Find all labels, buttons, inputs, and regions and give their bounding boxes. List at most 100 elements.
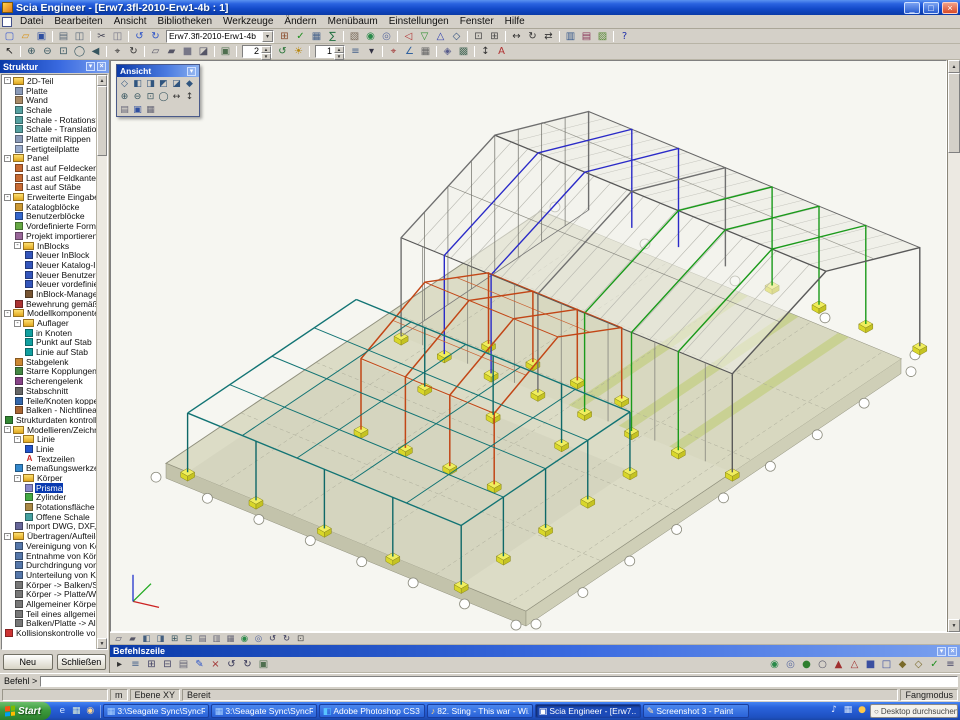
tree-item[interactable]: Linie (2, 444, 96, 454)
mirror-entity-icon[interactable]: ⇄ (541, 30, 556, 43)
scroll-thumb[interactable] (948, 73, 960, 153)
light-settings-icon[interactable]: ☀ (291, 45, 306, 58)
snap-grid-point-icon[interactable]: ■ (863, 658, 878, 671)
menu-item[interactable]: Menübaum (323, 16, 383, 27)
solid-mode-icon[interactable]: ■ (180, 45, 195, 58)
viewport-scrollbar[interactable]: ▲ ▼ (947, 60, 960, 632)
taskbar-task[interactable]: ▣Scia Engineer - [Erw7... (535, 704, 641, 718)
tree-scrollbar[interactable]: ▲ ▼ (96, 75, 107, 649)
cut-icon[interactable]: ✂ (94, 30, 109, 43)
cmd-expand-icon[interactable]: ⊞ (144, 658, 159, 671)
tree-item[interactable]: Linie auf Stab (2, 347, 96, 357)
snap-grid-icon[interactable]: ▦ (418, 45, 433, 58)
tree-item[interactable]: Neuer vordefinierter InBlock (2, 279, 96, 289)
menu-item[interactable]: Ansicht (109, 16, 152, 27)
tree-item[interactable]: Last auf Feldecken (2, 163, 96, 173)
activity-icon[interactable]: ◉ (363, 30, 378, 43)
cmd-undo-icon[interactable]: ↺ (224, 658, 239, 671)
strip-front-view-icon[interactable]: ◧ (140, 633, 153, 644)
scroll-down-icon[interactable]: ▼ (948, 619, 960, 632)
pal-zoom-in-icon[interactable]: ⊕ (118, 91, 131, 103)
quicklaunch-player-icon[interactable]: ◉ (84, 705, 97, 718)
orbit-view-icon[interactable]: ↻ (126, 45, 141, 58)
taskbar-task[interactable]: ▦3:\Seagate Sync\SyncRe... (103, 704, 209, 718)
command-input[interactable] (40, 676, 958, 687)
pal-print-view-icon[interactable]: ▤ (118, 104, 131, 116)
layers-icon[interactable]: ▧ (347, 30, 362, 43)
spinner-up-icon[interactable]: ▲ (334, 46, 344, 53)
tree-item[interactable]: Schale (2, 105, 96, 115)
scroll-thumb[interactable] (97, 86, 107, 156)
new-button[interactable]: Neu (3, 654, 53, 670)
wireframe-mode-icon[interactable]: ▱ (148, 45, 163, 58)
snap-free-icon[interactable]: ○ (815, 658, 830, 671)
tree-expand-icon[interactable]: - (14, 475, 21, 482)
tray-volume-icon[interactable]: ♪ (828, 705, 840, 717)
zoom-all-icon[interactable]: ⊡ (471, 30, 486, 43)
zoom-in-icon[interactable]: ⊕ (24, 45, 39, 58)
gallery-icon[interactable]: ▨ (595, 30, 610, 43)
tree-expand-icon[interactable]: - (14, 242, 21, 249)
strip-mesh-icon[interactable]: ▦ (224, 633, 237, 644)
undo-icon[interactable]: ↺ (132, 30, 147, 43)
coordinate-system-icon[interactable]: ⌖ (386, 45, 401, 58)
tree-item[interactable]: Körper -> Balken/Stütze (2, 580, 96, 590)
quicklaunch-desktop-icon[interactable]: ▦ (70, 705, 83, 718)
tree-expand-icon[interactable]: - (4, 426, 11, 433)
strip-layers-icon[interactable]: ▤ (196, 633, 209, 644)
tree-item[interactable]: Durchdringung von Körpern (2, 560, 96, 570)
pal-pan-v-icon[interactable]: ↕ (183, 91, 196, 103)
refresh-view-icon[interactable]: ↺ (275, 45, 290, 58)
tree-expand-icon[interactable]: - (4, 310, 11, 317)
cmd-edit-icon[interactable]: ✎ (192, 658, 207, 671)
palette-dropdown-icon[interactable]: ▾ (187, 67, 196, 76)
tree-item[interactable]: Offene Schale (2, 512, 96, 522)
snap-node-icon[interactable]: ● (799, 658, 814, 671)
mdi-child-icon[interactable] (2, 17, 12, 27)
working-plane-icon[interactable]: ∠ (402, 45, 417, 58)
move-entity-icon[interactable]: ↔ (509, 30, 524, 43)
scroll-up-icon[interactable]: ▲ (948, 60, 960, 73)
tree-item[interactable]: Balken - Nichtlinearität (2, 405, 96, 415)
view-z-icon[interactable]: △ (433, 30, 448, 43)
open-project-icon[interactable]: ▱ (18, 30, 33, 43)
text-tool-icon[interactable]: A (494, 45, 509, 58)
tree-item[interactable]: Bemaßungswerkzeuge (2, 464, 96, 474)
spinner-down-icon[interactable]: ▼ (334, 53, 344, 60)
command-panel-header[interactable]: Befehlszeile ▾ × (110, 645, 960, 657)
model-3d-view[interactable] (111, 61, 946, 631)
tree-expand-icon[interactable]: - (4, 194, 11, 201)
tree-item[interactable]: Benutzerblöcke (2, 212, 96, 222)
close-button-panel[interactable]: Schließen (57, 654, 107, 670)
tree-item[interactable]: -Panel (2, 154, 96, 164)
zoom-extents-icon[interactable]: ◯ (72, 45, 87, 58)
snap-ortho-icon[interactable]: □ (879, 658, 894, 671)
cmd-redo-icon[interactable]: ↻ (240, 658, 255, 671)
results-icon[interactable]: ∑ (325, 30, 340, 43)
named-views-icon[interactable]: ▾ (364, 45, 379, 58)
pal-save-view-icon[interactable]: ▣ (131, 104, 144, 116)
view-x-icon[interactable]: ◁ (401, 30, 416, 43)
pal-view-top-icon[interactable]: ◩ (157, 78, 170, 90)
pal-zoom-out-icon[interactable]: ⊖ (131, 91, 144, 103)
clipping-box-icon[interactable]: ▣ (218, 45, 233, 58)
mesh-generation-icon[interactable]: ▦ (309, 30, 324, 43)
panel-pin-icon[interactable]: ▾ (937, 647, 946, 656)
tree-item[interactable]: -Modellieren/Zeichnen (2, 425, 96, 435)
view-y-icon[interactable]: ▽ (417, 30, 432, 43)
minimize-button[interactable]: _ (904, 2, 920, 14)
tree-item[interactable]: Neuer Katalog-InBlock (2, 260, 96, 270)
hidden-line-mode-icon[interactable]: ◪ (196, 45, 211, 58)
section-display-icon[interactable]: ≡ (348, 45, 363, 58)
strip-view-params-icon[interactable]: ◎ (252, 633, 265, 644)
cmd-delete-icon[interactable]: × (208, 658, 223, 671)
tree-item[interactable]: Allgemeiner Körper intern (2, 599, 96, 609)
save-project-icon[interactable]: ▣ (34, 30, 49, 43)
tree-item[interactable]: -Modellkomponenten (2, 309, 96, 319)
print-preview-icon[interactable]: ◫ (72, 30, 87, 43)
tree-item[interactable]: InBlock-Manager (2, 289, 96, 299)
tree-item[interactable]: Neuer Benutzer-InBlock (2, 270, 96, 280)
tree-item[interactable]: ATextzeilen (2, 454, 96, 464)
snap-edge-icon[interactable]: △ (847, 658, 862, 671)
menu-item[interactable]: Einstellungen (384, 16, 454, 27)
